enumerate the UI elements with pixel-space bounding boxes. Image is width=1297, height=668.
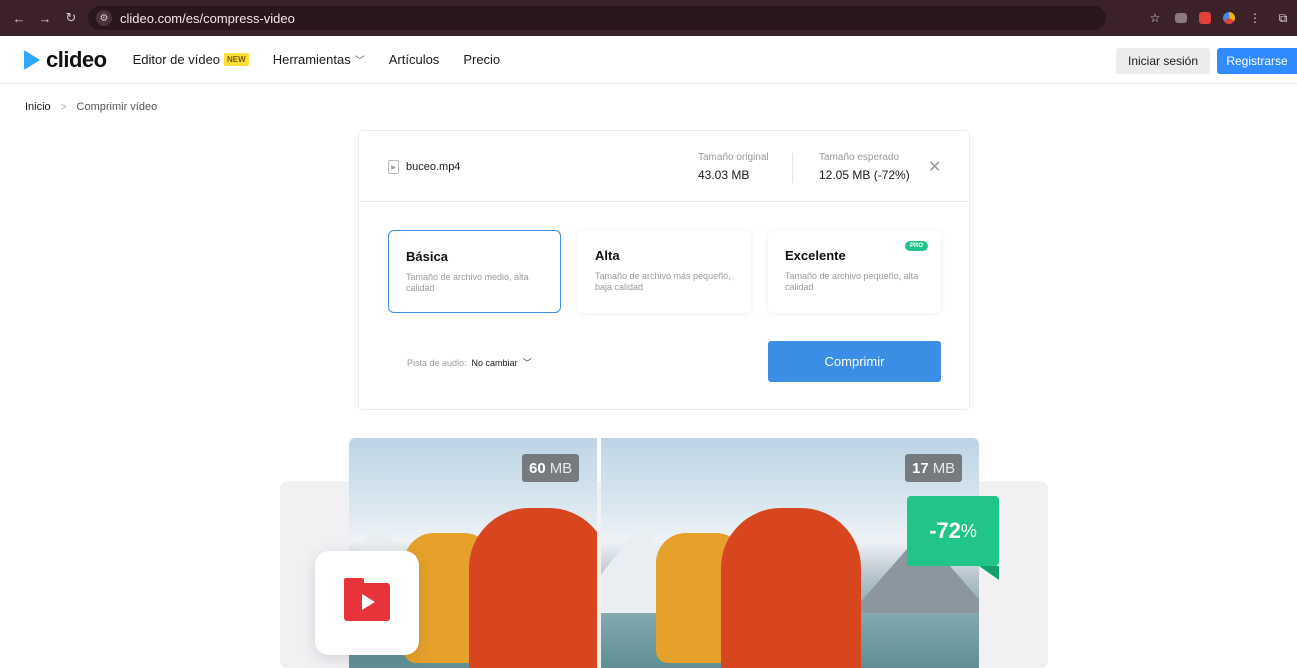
bookmark-star-icon[interactable]: ☆ xyxy=(1147,10,1163,26)
option-desc: Tamaño de archivo más pequeño, baja cali… xyxy=(595,271,731,292)
size-divider xyxy=(792,153,793,183)
site-info-icon[interactable]: ⚙ xyxy=(96,10,112,26)
after-size-badge: 17 MB xyxy=(905,454,963,482)
forward-icon[interactable]: → xyxy=(34,7,56,29)
address-url: clideo.com/es/compress-video xyxy=(120,10,295,26)
nav-item-articles[interactable]: Artículos xyxy=(389,52,440,67)
compress-button[interactable]: Comprimir xyxy=(768,341,941,382)
back-icon[interactable]: ← xyxy=(8,7,30,29)
nav-label: Editor de vídeo xyxy=(132,52,221,67)
browser-extensions: ☆ ⋮ ⧉ xyxy=(1147,0,1297,36)
extension-red-icon[interactable] xyxy=(1199,12,1211,24)
expected-size-value: 12.05 MB (-72%) xyxy=(819,168,910,182)
nav-item-video-editor[interactable]: Editor de vídeo NEW xyxy=(133,52,249,67)
video-folder-card xyxy=(315,551,419,655)
option-title: Alta xyxy=(595,248,620,263)
reload-icon[interactable]: ↻ xyxy=(60,7,82,29)
logo-text: clideo xyxy=(46,46,107,72)
play-icon xyxy=(362,594,375,610)
nav-item-pricing[interactable]: Precio xyxy=(463,52,500,67)
reduction-tag: -72 % xyxy=(907,496,999,566)
audio-value: No cambiar xyxy=(471,357,518,368)
pro-badge: PRO xyxy=(904,241,928,251)
reduction-symbol: % xyxy=(960,520,977,541)
option-basic[interactable]: Básica Tamaño de archivo medio, alta cal… xyxy=(388,230,561,313)
after-size-value: 17 xyxy=(912,459,929,477)
option-excellent[interactable]: PRO Excelente Tamaño de archivo pequeño,… xyxy=(768,230,941,313)
original-size-label: Tamaño original xyxy=(698,152,769,163)
clideo-logo[interactable]: clideo xyxy=(24,47,107,73)
option-desc: Tamaño de archivo medio, alta calidad xyxy=(406,272,529,293)
chevron-down-icon: ﹀ xyxy=(522,358,532,368)
site-header: clideo Editor de vídeo NEW Herramientas … xyxy=(0,36,1297,84)
option-desc: Tamaño de archivo pequeño, alta calidad xyxy=(785,271,919,292)
close-icon[interactable]: ✕ xyxy=(928,157,941,177)
breadcrumb-separator: > xyxy=(60,101,67,113)
before-size-badge: 60 MB xyxy=(522,454,580,482)
hiker-shape xyxy=(721,508,861,668)
before-size-value: 60 xyxy=(529,459,546,477)
compress-card: ▶ buceo.mp4 Tamaño original 43.03 MB Tam… xyxy=(358,130,970,410)
breadcrumb: Inicio > Comprimir vídeo xyxy=(25,101,157,113)
chevron-down-icon: ﹀ xyxy=(354,56,365,67)
option-high[interactable]: Alta Tamaño de archivo más pequeño, baja… xyxy=(578,230,751,313)
file-row: ▶ buceo.mp4 Tamaño original 43.03 MB Tam… xyxy=(359,131,969,202)
file-name: buceo.mp4 xyxy=(406,161,461,173)
extension-menu-icon[interactable]: ⋮ xyxy=(1247,10,1263,26)
file-video-icon: ▶ xyxy=(388,160,399,174)
expected-size: Tamaño esperado 12.05 MB (-72%) xyxy=(819,152,910,182)
reduction-value: -72 xyxy=(929,518,961,543)
nav-label: Artículos xyxy=(388,52,440,67)
audio-track-selector[interactable]: Pista de audio: No cambiar ﹀ xyxy=(407,356,532,369)
option-title: Excelente xyxy=(785,248,846,263)
extensions-puzzle-icon[interactable]: ⧉ xyxy=(1275,10,1291,26)
audio-label: Pista de audio: xyxy=(407,357,467,368)
login-button[interactable]: Iniciar sesión xyxy=(1116,48,1210,74)
before-size-unit: MB xyxy=(549,459,573,477)
logo-play-icon xyxy=(24,49,40,70)
new-badge: NEW xyxy=(224,53,249,66)
browser-toolbar: ← → ↻ ⚙ clideo.com/es/compress-video ☆ ⋮… xyxy=(0,0,1297,36)
nav-label: Precio xyxy=(463,52,501,67)
reduction-tag-fold xyxy=(979,566,999,580)
extension-color-icon[interactable] xyxy=(1223,12,1235,24)
nav-item-tools[interactable]: Herramientas ﹀ xyxy=(273,52,365,67)
original-size: Tamaño original 43.03 MB xyxy=(698,152,769,182)
extension-camera-icon[interactable] xyxy=(1175,13,1187,23)
expected-size-label: Tamaño esperado xyxy=(819,152,900,163)
option-title: Básica xyxy=(406,249,448,264)
after-size-unit: MB xyxy=(932,459,956,477)
breadcrumb-current: Comprimir vídeo xyxy=(76,101,158,113)
register-button[interactable]: Registrarse xyxy=(1217,48,1297,74)
address-bar[interactable]: ⚙ clideo.com/es/compress-video xyxy=(88,6,1106,30)
main-nav: Editor de vídeo NEW Herramientas ﹀ Artíc… xyxy=(133,52,501,67)
original-size-value: 43.03 MB xyxy=(698,168,750,182)
breadcrumb-home[interactable]: Inicio xyxy=(25,101,51,113)
nav-label: Herramientas xyxy=(272,52,351,67)
hiker-shape xyxy=(469,508,597,668)
